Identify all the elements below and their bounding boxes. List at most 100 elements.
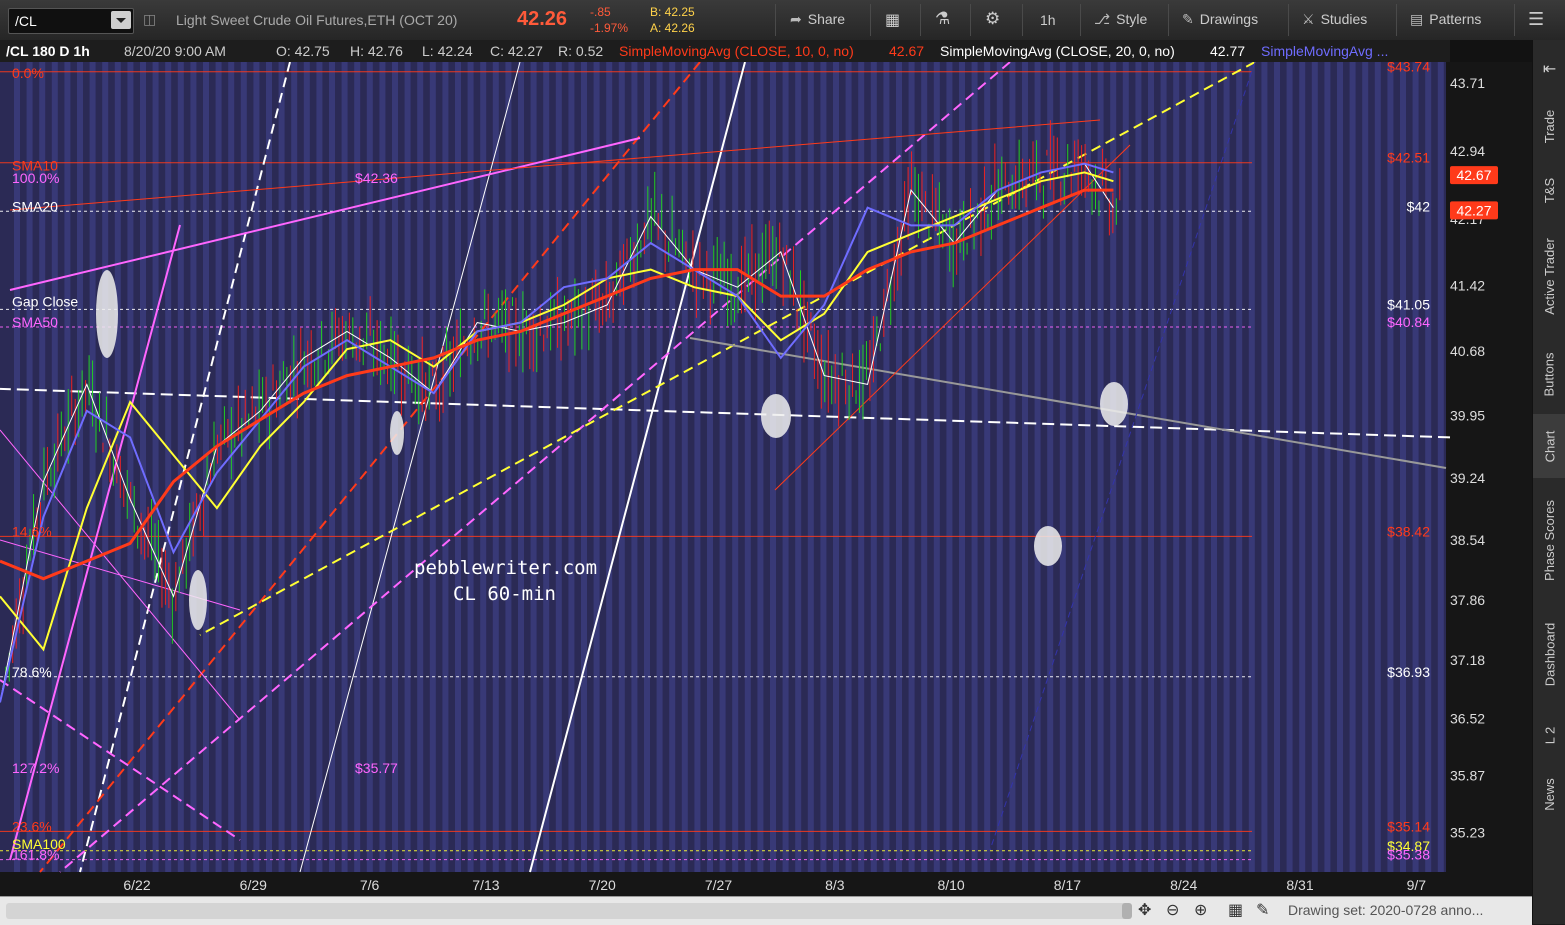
session-stripe — [1261, 62, 1268, 872]
x-tick-label: 7/13 — [472, 877, 499, 893]
session-stripe — [341, 62, 348, 872]
session-stripe — [1160, 62, 1167, 872]
annotation-label: $42.36 — [355, 170, 398, 186]
tab-trade-label: Trade — [1542, 109, 1558, 143]
session-stripe — [1387, 62, 1394, 872]
tab-trade[interactable]: Trade — [1533, 88, 1565, 164]
zoom-in-icon[interactable]: ⊕ — [1194, 900, 1207, 920]
info-sma10-label: SimpleMovingAvg (CLOSE, 10, 0, no) — [619, 43, 854, 59]
patterns-icon: ▤ — [1410, 11, 1424, 27]
style-button[interactable]: ⎇ Style — [1094, 11, 1147, 37]
tab-chart[interactable]: Chart — [1533, 414, 1565, 478]
session-stripe — [1135, 62, 1142, 872]
info-close: C: 42.27 — [490, 43, 543, 59]
pan-icon[interactable]: ✥ — [1138, 900, 1151, 920]
x-tick-label: 8/10 — [937, 877, 964, 893]
hamburger-icon: ☰ — [1528, 9, 1545, 29]
symbol-description: Light Sweet Crude Oil Futures,ETH (OCT 2… — [176, 12, 458, 28]
drawing-tool-icon[interactable]: ✎ — [1256, 900, 1269, 920]
session-stripe — [543, 62, 550, 872]
collapse-panel-button[interactable]: ⇤ — [1533, 54, 1565, 84]
session-stripe — [64, 62, 71, 872]
y-tick-label: 37.86 — [1450, 592, 1485, 608]
tab-level-2[interactable]: L 2 — [1533, 706, 1565, 764]
y-tick-label: 38.54 — [1450, 532, 1485, 548]
session-stripe — [883, 62, 890, 872]
menu-button[interactable]: ☰ — [1528, 9, 1544, 35]
session-stripe — [820, 62, 827, 872]
tab-time-and-sales[interactable]: T&S — [1533, 164, 1565, 216]
flask-button[interactable]: ⚗ — [935, 9, 950, 35]
session-stripe — [984, 62, 991, 872]
highlight-marker — [189, 570, 207, 630]
link-icon[interactable]: ◫ — [143, 11, 156, 28]
annotation-label: 14.6% — [12, 523, 52, 539]
session-stripe — [971, 62, 978, 872]
session-stripe — [959, 62, 965, 872]
tab-level-2-label: L 2 — [1542, 726, 1557, 744]
session-stripe — [618, 62, 625, 872]
x-tick-label: 6/22 — [123, 877, 150, 893]
session-stripe — [719, 62, 726, 872]
session-stripe — [694, 62, 701, 872]
timeframe-label: 1h — [1040, 12, 1056, 28]
pencil-icon: ✎ — [1182, 11, 1194, 27]
symbol-input[interactable]: /CL — [8, 8, 134, 34]
session-stripe — [1122, 62, 1129, 872]
session-stripe — [1337, 62, 1343, 872]
session-stripe — [1236, 62, 1243, 872]
camera-icon: ▦ — [885, 12, 901, 29]
session-stripe — [266, 62, 272, 872]
timeframe-button[interactable]: 1h — [1040, 12, 1056, 38]
tab-phase-scores[interactable]: Phase Scores — [1533, 478, 1565, 602]
share-button[interactable]: ➦ Share — [790, 11, 845, 37]
session-stripe — [870, 62, 877, 872]
chart-area[interactable]: pebblewriter.com CL 60-min 0.0% SMA10 100.0%… — [0, 40, 1532, 896]
session-stripe — [1299, 62, 1306, 872]
settings-button[interactable]: ⚙ — [985, 9, 1000, 35]
x-tick-label: 8/31 — [1286, 877, 1313, 893]
tab-news[interactable]: News — [1533, 764, 1565, 824]
session-stripe — [1425, 62, 1432, 872]
tab-buttons[interactable]: Buttons — [1533, 336, 1565, 412]
screenshot-button[interactable]: ▦ — [885, 10, 900, 36]
drawings-label: Drawings — [1199, 11, 1259, 27]
session-stripe — [455, 62, 461, 872]
fit-icon[interactable]: ▦ — [1228, 900, 1243, 920]
patterns-button[interactable]: ▤ Patterns — [1410, 11, 1481, 37]
session-stripe — [1248, 62, 1255, 872]
session-stripe — [1349, 62, 1356, 872]
watermark-text: CL 60-min — [453, 583, 556, 605]
studies-button[interactable]: ⚔ Studies — [1302, 11, 1367, 37]
info-symbol: /CL 180 D 1h — [6, 43, 90, 59]
session-stripe — [744, 62, 751, 872]
y-tick-label: 35.87 — [1450, 768, 1485, 784]
tab-active-trader[interactable]: Active Trader — [1533, 216, 1565, 336]
chevron-down-icon[interactable] — [111, 11, 131, 29]
annotation-label: $38.42 — [1387, 523, 1430, 539]
session-stripe — [303, 62, 310, 872]
bottom-bar: ✥ ⊖ ⊕ ▦ ✎ Drawing set: 2020-0728 anno... — [0, 896, 1532, 925]
zoom-out-icon[interactable]: ⊖ — [1166, 900, 1179, 920]
tab-dashboard[interactable]: Dashboard — [1533, 602, 1565, 706]
last-price: 42.26 — [517, 8, 568, 30]
session-stripe — [807, 62, 814, 872]
highlight-marker — [1100, 382, 1128, 426]
studies-icon: ⚔ — [1302, 11, 1315, 27]
scrollbar-thumb[interactable] — [1122, 903, 1132, 919]
session-stripe — [518, 62, 524, 872]
price-chart[interactable]: pebblewriter.comCL 60-min0.0%SMA10100.0%… — [0, 40, 1532, 896]
drawings-button[interactable]: ✎ Drawings — [1182, 11, 1258, 37]
annotation-label: SMA50 — [12, 314, 58, 330]
session-stripe — [429, 62, 436, 872]
x-tick-label: 8/3 — [825, 877, 845, 893]
highlight-marker — [761, 394, 791, 438]
session-stripe — [1362, 62, 1369, 872]
studies-label: Studies — [1320, 11, 1368, 27]
session-stripe — [278, 62, 285, 872]
session-stripe — [1072, 62, 1079, 872]
y-tick-label: 39.24 — [1450, 470, 1485, 486]
info-high: H: 42.76 — [350, 43, 403, 59]
info-low: L: 42.24 — [422, 43, 473, 59]
horizontal-scrollbar[interactable] — [6, 903, 1130, 919]
